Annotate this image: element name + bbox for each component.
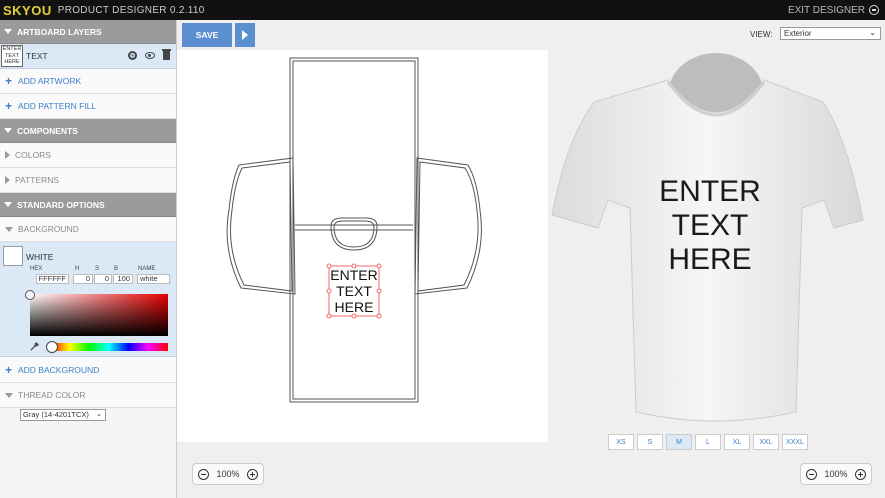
app-title: PRODUCT DESIGNER 0.2.110 xyxy=(57,4,205,16)
size-xxxl-button[interactable]: XXXL xyxy=(782,434,808,450)
add-artwork-button[interactable]: + ADD ARTWORK xyxy=(0,69,176,94)
sidebar: ARTBOARD LAYERS ENTER TEXT HERE TEXT + ADD… xyxy=(0,20,177,498)
zoom-out-icon[interactable] xyxy=(198,468,209,480)
brand-logo: SKYOU xyxy=(3,2,52,18)
hex-input[interactable]: FFFFFF xyxy=(36,274,69,284)
pattern-pieces: ENTER TEXT HERE xyxy=(226,57,482,403)
chevron-down-icon xyxy=(5,392,13,398)
preview-text-line-1: ENTER xyxy=(659,175,761,208)
chevron-down-icon: ⌄ xyxy=(869,28,876,37)
chevron-down-icon: ⌄ xyxy=(96,411,102,418)
swatch-name: WHITE xyxy=(26,252,54,262)
zoom-in-icon[interactable] xyxy=(855,468,866,480)
size-xxl-button[interactable]: XXL xyxy=(753,434,779,450)
picker-handle[interactable] xyxy=(25,290,35,300)
plus-icon: + xyxy=(5,99,13,113)
preview-text-line-3: HERE xyxy=(668,243,751,276)
size-selector: XS S M L XL XXL XXXL xyxy=(608,434,808,450)
layer-name: TEXT xyxy=(26,51,48,61)
layer-thumbnail: ENTER TEXT HERE xyxy=(1,45,23,67)
thread-color-select[interactable]: Gray (14-4201TCX) ⌄ xyxy=(20,409,106,421)
plus-icon: + xyxy=(5,74,13,88)
colors-item[interactable]: COLORS xyxy=(0,143,176,168)
chevron-down-icon xyxy=(4,29,12,34)
chevron-down-icon xyxy=(5,226,13,232)
save-button[interactable]: SAVE xyxy=(182,23,232,47)
exit-designer-button[interactable]: EXIT DESIGNER xyxy=(788,0,879,20)
artboard-text-line-3: HERE xyxy=(335,299,374,315)
background-item[interactable]: BACKGROUND xyxy=(0,217,176,242)
name-input[interactable]: white xyxy=(137,274,170,284)
chevron-right-icon xyxy=(5,176,10,184)
3d-preview[interactable]: ENTER TEXT HERE xyxy=(548,50,885,442)
add-background-button[interactable]: + ADD BACKGROUND xyxy=(0,357,176,383)
artboard-text[interactable]: ENTER TEXT HERE xyxy=(330,267,377,315)
tshirt-preview: ENTER TEXT HERE xyxy=(551,53,864,422)
size-l-button[interactable]: L xyxy=(695,434,721,450)
patterns-item[interactable]: PATTERNS xyxy=(0,168,176,193)
gear-icon[interactable] xyxy=(128,51,137,60)
eye-icon[interactable] xyxy=(145,52,155,59)
layer-item-text[interactable]: ENTER TEXT HERE TEXT xyxy=(0,44,176,69)
exit-icon xyxy=(869,5,879,15)
standard-options-header[interactable]: STANDARD OPTIONS xyxy=(0,193,176,217)
top-bar: SKYOU PRODUCT DESIGNER 0.2.110 EXIT DESI… xyxy=(0,0,885,20)
color-swatch[interactable] xyxy=(3,246,23,266)
preview-zoom-control: 100% xyxy=(800,463,872,485)
name-label: NAME xyxy=(138,266,156,272)
app-version: 0.2.110 xyxy=(169,4,205,16)
size-m-button[interactable]: M xyxy=(666,434,692,450)
eyedropper-icon[interactable] xyxy=(30,342,39,351)
s-label: S xyxy=(95,266,100,272)
trash-icon[interactable] xyxy=(162,49,171,60)
zoom-level: 100% xyxy=(216,469,240,479)
hue-slider[interactable] xyxy=(50,343,168,351)
b-label: B xyxy=(114,266,119,272)
h-input[interactable]: 0 xyxy=(73,274,93,284)
exit-label: EXIT DESIGNER xyxy=(787,4,865,16)
zoom-out-icon[interactable] xyxy=(806,468,817,480)
add-pattern-fill-button[interactable]: + ADD PATTERN FILL xyxy=(0,94,176,119)
artboard-text-line-1: ENTER xyxy=(330,267,377,283)
background-color-panel: WHITE HEX H S B NAME FFFFFF 0 0 100 whit… xyxy=(0,242,176,357)
size-xl-button[interactable]: XL xyxy=(724,434,750,450)
artboard-canvas[interactable]: ENTER TEXT HERE xyxy=(177,50,548,442)
thread-color-item[interactable]: THREAD COLOR xyxy=(0,383,176,408)
chevron-right-icon xyxy=(5,151,10,159)
zoom-in-icon[interactable] xyxy=(247,468,258,480)
h-label: H xyxy=(75,266,80,272)
preview-play-button[interactable] xyxy=(235,23,255,47)
view-select[interactable]: Exterior ⌄ xyxy=(780,27,881,40)
artboard-layers-header[interactable]: ARTBOARD LAYERS xyxy=(0,20,176,44)
hex-label: HEX xyxy=(30,266,43,272)
plus-icon: + xyxy=(5,362,13,377)
b-input[interactable]: 100 xyxy=(113,274,133,284)
hue-handle[interactable] xyxy=(46,341,58,353)
zoom-level: 100% xyxy=(824,469,848,479)
view-label: VIEW: xyxy=(750,30,773,39)
artboard-text-line-2: TEXT xyxy=(336,283,372,299)
artboard-zoom-control: 100% xyxy=(192,463,264,485)
chevron-down-icon xyxy=(4,128,12,133)
saturation-picker[interactable] xyxy=(30,294,168,336)
size-s-button[interactable]: S xyxy=(637,434,663,450)
components-header[interactable]: COMPONENTS xyxy=(0,119,176,143)
chevron-down-icon xyxy=(4,202,12,207)
toolbar: SAVE VIEW: Exterior ⌄ xyxy=(177,20,885,50)
preview-text: ENTER TEXT HERE xyxy=(659,175,761,276)
size-xs-button[interactable]: XS xyxy=(608,434,634,450)
s-input[interactable]: 0 xyxy=(94,274,112,284)
preview-text-line-2: TEXT xyxy=(672,209,749,242)
